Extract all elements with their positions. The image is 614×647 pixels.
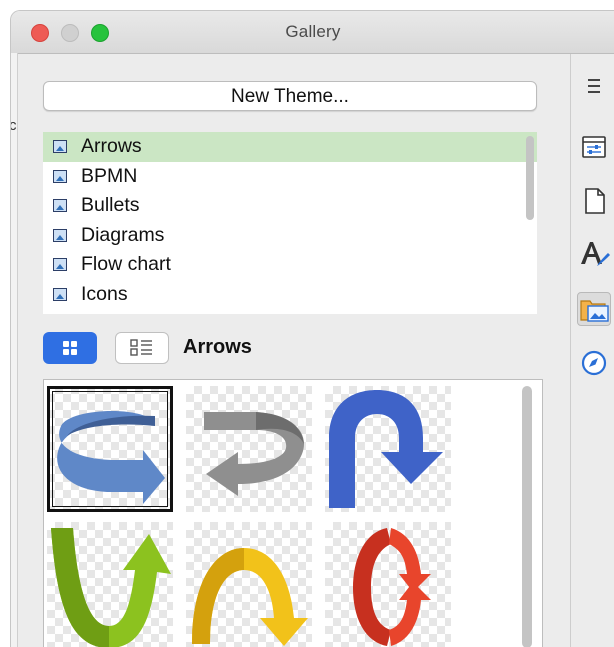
theme-item-label: Diagrams xyxy=(81,223,165,246)
sidebar-menu-icon xyxy=(588,79,600,93)
styles-icon xyxy=(581,242,610,266)
new-theme-button[interactable]: New Theme... xyxy=(43,81,537,111)
gallery-scrollbar[interactable] xyxy=(522,386,532,647)
gallery-item-circular-arrows-red[interactable] xyxy=(325,522,451,647)
styles-deck-button[interactable] xyxy=(577,238,611,272)
theme-item-diagrams[interactable]: Diagrams xyxy=(43,221,537,251)
image-icon xyxy=(53,199,67,213)
title-bar[interactable]: Gallery xyxy=(11,11,614,54)
gallery-panel: New Theme... Arrows BPMN Bullets Diagram… xyxy=(19,54,559,647)
image-icon xyxy=(53,169,67,183)
list-view-icon xyxy=(130,339,152,356)
image-icon xyxy=(53,287,67,301)
current-theme-label: Arrows xyxy=(183,336,252,358)
circular-arrow-blue-icon xyxy=(57,411,165,504)
theme-item-bullets[interactable]: Bullets xyxy=(43,191,537,221)
theme-item-label: Arrows xyxy=(81,135,142,157)
theme-list[interactable]: Arrows BPMN Bullets Diagrams Flow chart … xyxy=(43,132,537,314)
gallery-item-arch-arrow-yellow[interactable] xyxy=(186,522,312,647)
properties-icon xyxy=(582,136,606,158)
theme-item-flow-chart[interactable]: Flow chart xyxy=(43,250,537,280)
gallery-item-circular-arrow-gray[interactable] xyxy=(186,386,312,512)
theme-item-icons[interactable]: Icons xyxy=(43,280,537,310)
image-icon xyxy=(53,228,67,242)
circular-arrow-gray-icon xyxy=(204,412,305,496)
page-deck-button[interactable] xyxy=(577,184,611,218)
u-turn-arrow-blue-icon xyxy=(329,390,443,508)
window-title: Gallery xyxy=(285,22,341,41)
theme-item-label: BPMN xyxy=(81,164,138,187)
gallery-preview-grid[interactable] xyxy=(43,379,543,647)
theme-item-label: Bullets xyxy=(81,194,140,217)
theme-item-bpmn[interactable]: BPMN xyxy=(43,162,537,192)
left-panel-clipped-text: c xyxy=(11,117,17,134)
sidebar-menu-button[interactable] xyxy=(577,69,611,103)
circular-arrows-red-icon xyxy=(353,528,431,646)
icon-view-button[interactable] xyxy=(43,332,97,364)
gallery-item-circular-arrow-blue[interactable] xyxy=(47,386,173,512)
detailed-view-button[interactable] xyxy=(115,332,169,364)
navigator-icon xyxy=(581,350,607,376)
properties-deck-button[interactable] xyxy=(577,130,611,164)
theme-item-label: Flow chart xyxy=(81,253,171,276)
theme-item-label: Icons xyxy=(81,282,128,305)
left-panel-edge: c xyxy=(11,53,18,647)
gallery-window: Gallery c New Theme... Arrows BPMN Bulle… xyxy=(10,10,614,647)
navigator-deck-button[interactable] xyxy=(577,346,611,380)
sidebar-deck xyxy=(570,54,614,647)
page-icon xyxy=(585,188,605,214)
image-icon xyxy=(53,140,67,153)
arch-arrow-yellow-icon xyxy=(192,548,308,646)
theme-list-scrollbar[interactable] xyxy=(526,136,534,220)
gallery-icon xyxy=(580,300,609,322)
gallery-item-u-turn-arrow-blue[interactable] xyxy=(325,386,451,512)
u-arrow-green-icon xyxy=(51,528,171,647)
gallery-item-u-arrow-green[interactable] xyxy=(47,522,173,647)
gallery-deck-button[interactable] xyxy=(577,292,611,326)
theme-item-arrows[interactable]: Arrows xyxy=(43,132,537,162)
grid-view-icon xyxy=(63,341,77,355)
image-icon xyxy=(53,258,67,272)
